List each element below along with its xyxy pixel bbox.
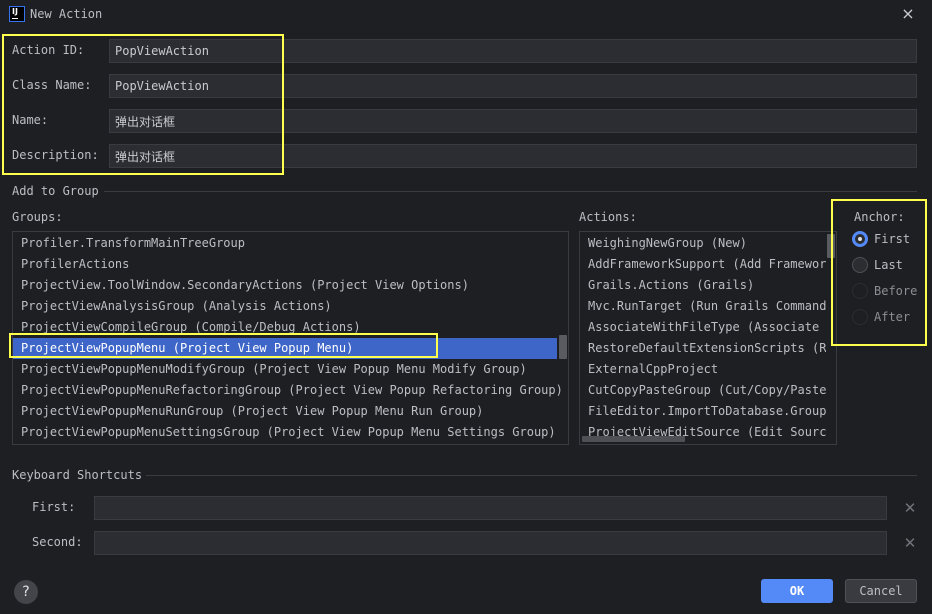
group-list-item[interactable]: ProjectViewCompileGroup (Compile/Debug A… — [13, 317, 553, 338]
anchor-option-label: After — [874, 310, 911, 324]
logo-text: IJ — [12, 7, 18, 16]
actions-vertical-scrollbar[interactable] — [827, 234, 835, 258]
actions-label: Actions: — [579, 210, 637, 224]
first-shortcut-label: First: — [32, 500, 76, 514]
action-list-item[interactable]: ExternalCppProject — [580, 359, 826, 380]
section-divider — [104, 191, 917, 192]
first-shortcut-input[interactable] — [94, 496, 887, 520]
anchor-option-label[interactable]: Last — [874, 257, 903, 273]
anchor-radio-first[interactable] — [852, 231, 868, 247]
help-button[interactable]: ? — [14, 580, 38, 604]
action-id-input[interactable] — [109, 39, 917, 63]
add-to-group-title: Add to Group — [12, 184, 99, 198]
actions-horizontal-scrollbar[interactable] — [582, 436, 685, 442]
close-icon[interactable]: × — [900, 6, 916, 22]
group-list-item[interactable]: ProjectViewAnalysisGroup (Analysis Actio… — [13, 296, 553, 317]
clear-second-shortcut-icon[interactable]: ✕ — [902, 535, 918, 551]
group-list-item[interactable]: ProjectViewPopupMenuModifyGroup (Project… — [13, 359, 553, 380]
keyboard-shortcuts-title: Keyboard Shortcuts — [12, 468, 143, 482]
section-divider — [146, 475, 917, 476]
anchor-radio-before — [852, 283, 868, 299]
description-label: Description: — [12, 148, 99, 162]
description-input[interactable] — [109, 144, 917, 168]
group-list-item[interactable]: ProfilerActions — [13, 254, 553, 275]
dialog-title: New Action — [30, 7, 103, 21]
second-shortcut-label: Second: — [32, 535, 83, 549]
group-list-item[interactable]: ProjectViewPopupMenuRefactoringGroup (Pr… — [13, 380, 563, 401]
group-list-item[interactable]: Profiler.TransformMainTreeGroup — [13, 233, 553, 254]
cancel-button[interactable]: Cancel — [845, 579, 917, 603]
action-list-item[interactable]: RestoreDefaultExtensionScripts (Restore … — [580, 338, 826, 359]
groups-list[interactable]: Profiler.TransformMainTreeGroup ProfilerA… — [12, 231, 569, 445]
group-list-item-selected[interactable]: ProjectViewPopupMenu (Project View Popup… — [13, 338, 557, 359]
groups-scrollbar[interactable] — [559, 335, 567, 359]
anchor-radio-after — [852, 309, 868, 325]
name-input[interactable] — [109, 109, 917, 133]
action-id-label: Action ID: — [12, 43, 85, 57]
action-list-item[interactable]: CutCopyPasteGroup (Cut/Copy/Paste Action… — [580, 380, 826, 401]
action-list-item[interactable]: WeighingNewGroup (New) — [580, 233, 826, 254]
ok-button[interactable]: OK — [761, 579, 833, 603]
class-name-input[interactable] — [109, 74, 917, 98]
second-shortcut-input[interactable] — [94, 531, 887, 555]
action-list-item[interactable]: FileEditor.ImportToDatabase.Group — [580, 401, 826, 422]
class-name-label: Class Name: — [12, 78, 92, 92]
name-label: Name: — [12, 113, 49, 127]
group-list-item[interactable]: ProjectView.ToolWindow.SecondaryActions … — [13, 275, 553, 296]
groups-label: Groups: — [12, 210, 63, 224]
clear-first-shortcut-icon[interactable]: ✕ — [902, 500, 918, 516]
anchor-radio-last[interactable] — [852, 257, 868, 273]
anchor-option-label[interactable]: First — [874, 231, 910, 247]
group-list-item[interactable]: ProjectViewPopupMenuSettingsGroup (Proje… — [13, 422, 556, 443]
action-list-item[interactable]: Grails.Actions (Grails) — [580, 275, 826, 296]
actions-list[interactable]: WeighingNewGroup (New) AddFrameworkSuppor… — [579, 231, 837, 445]
action-list-item[interactable]: Mvc.RunTarget (Run Grails Command) — [580, 296, 826, 317]
action-list-item[interactable]: AssociateWithFileType (Associate with Fi… — [580, 317, 826, 338]
anchor-label: Anchor: — [854, 210, 905, 224]
action-list-item[interactable]: AddFrameworkSupport (Add Framework Suppo… — [580, 254, 826, 275]
group-list-item[interactable]: ProjectViewPopupMenuRunGroup (Project Vi… — [13, 401, 553, 422]
anchor-option-label: Before — [874, 284, 918, 298]
intellij-logo-icon: IJ — [9, 6, 25, 22]
